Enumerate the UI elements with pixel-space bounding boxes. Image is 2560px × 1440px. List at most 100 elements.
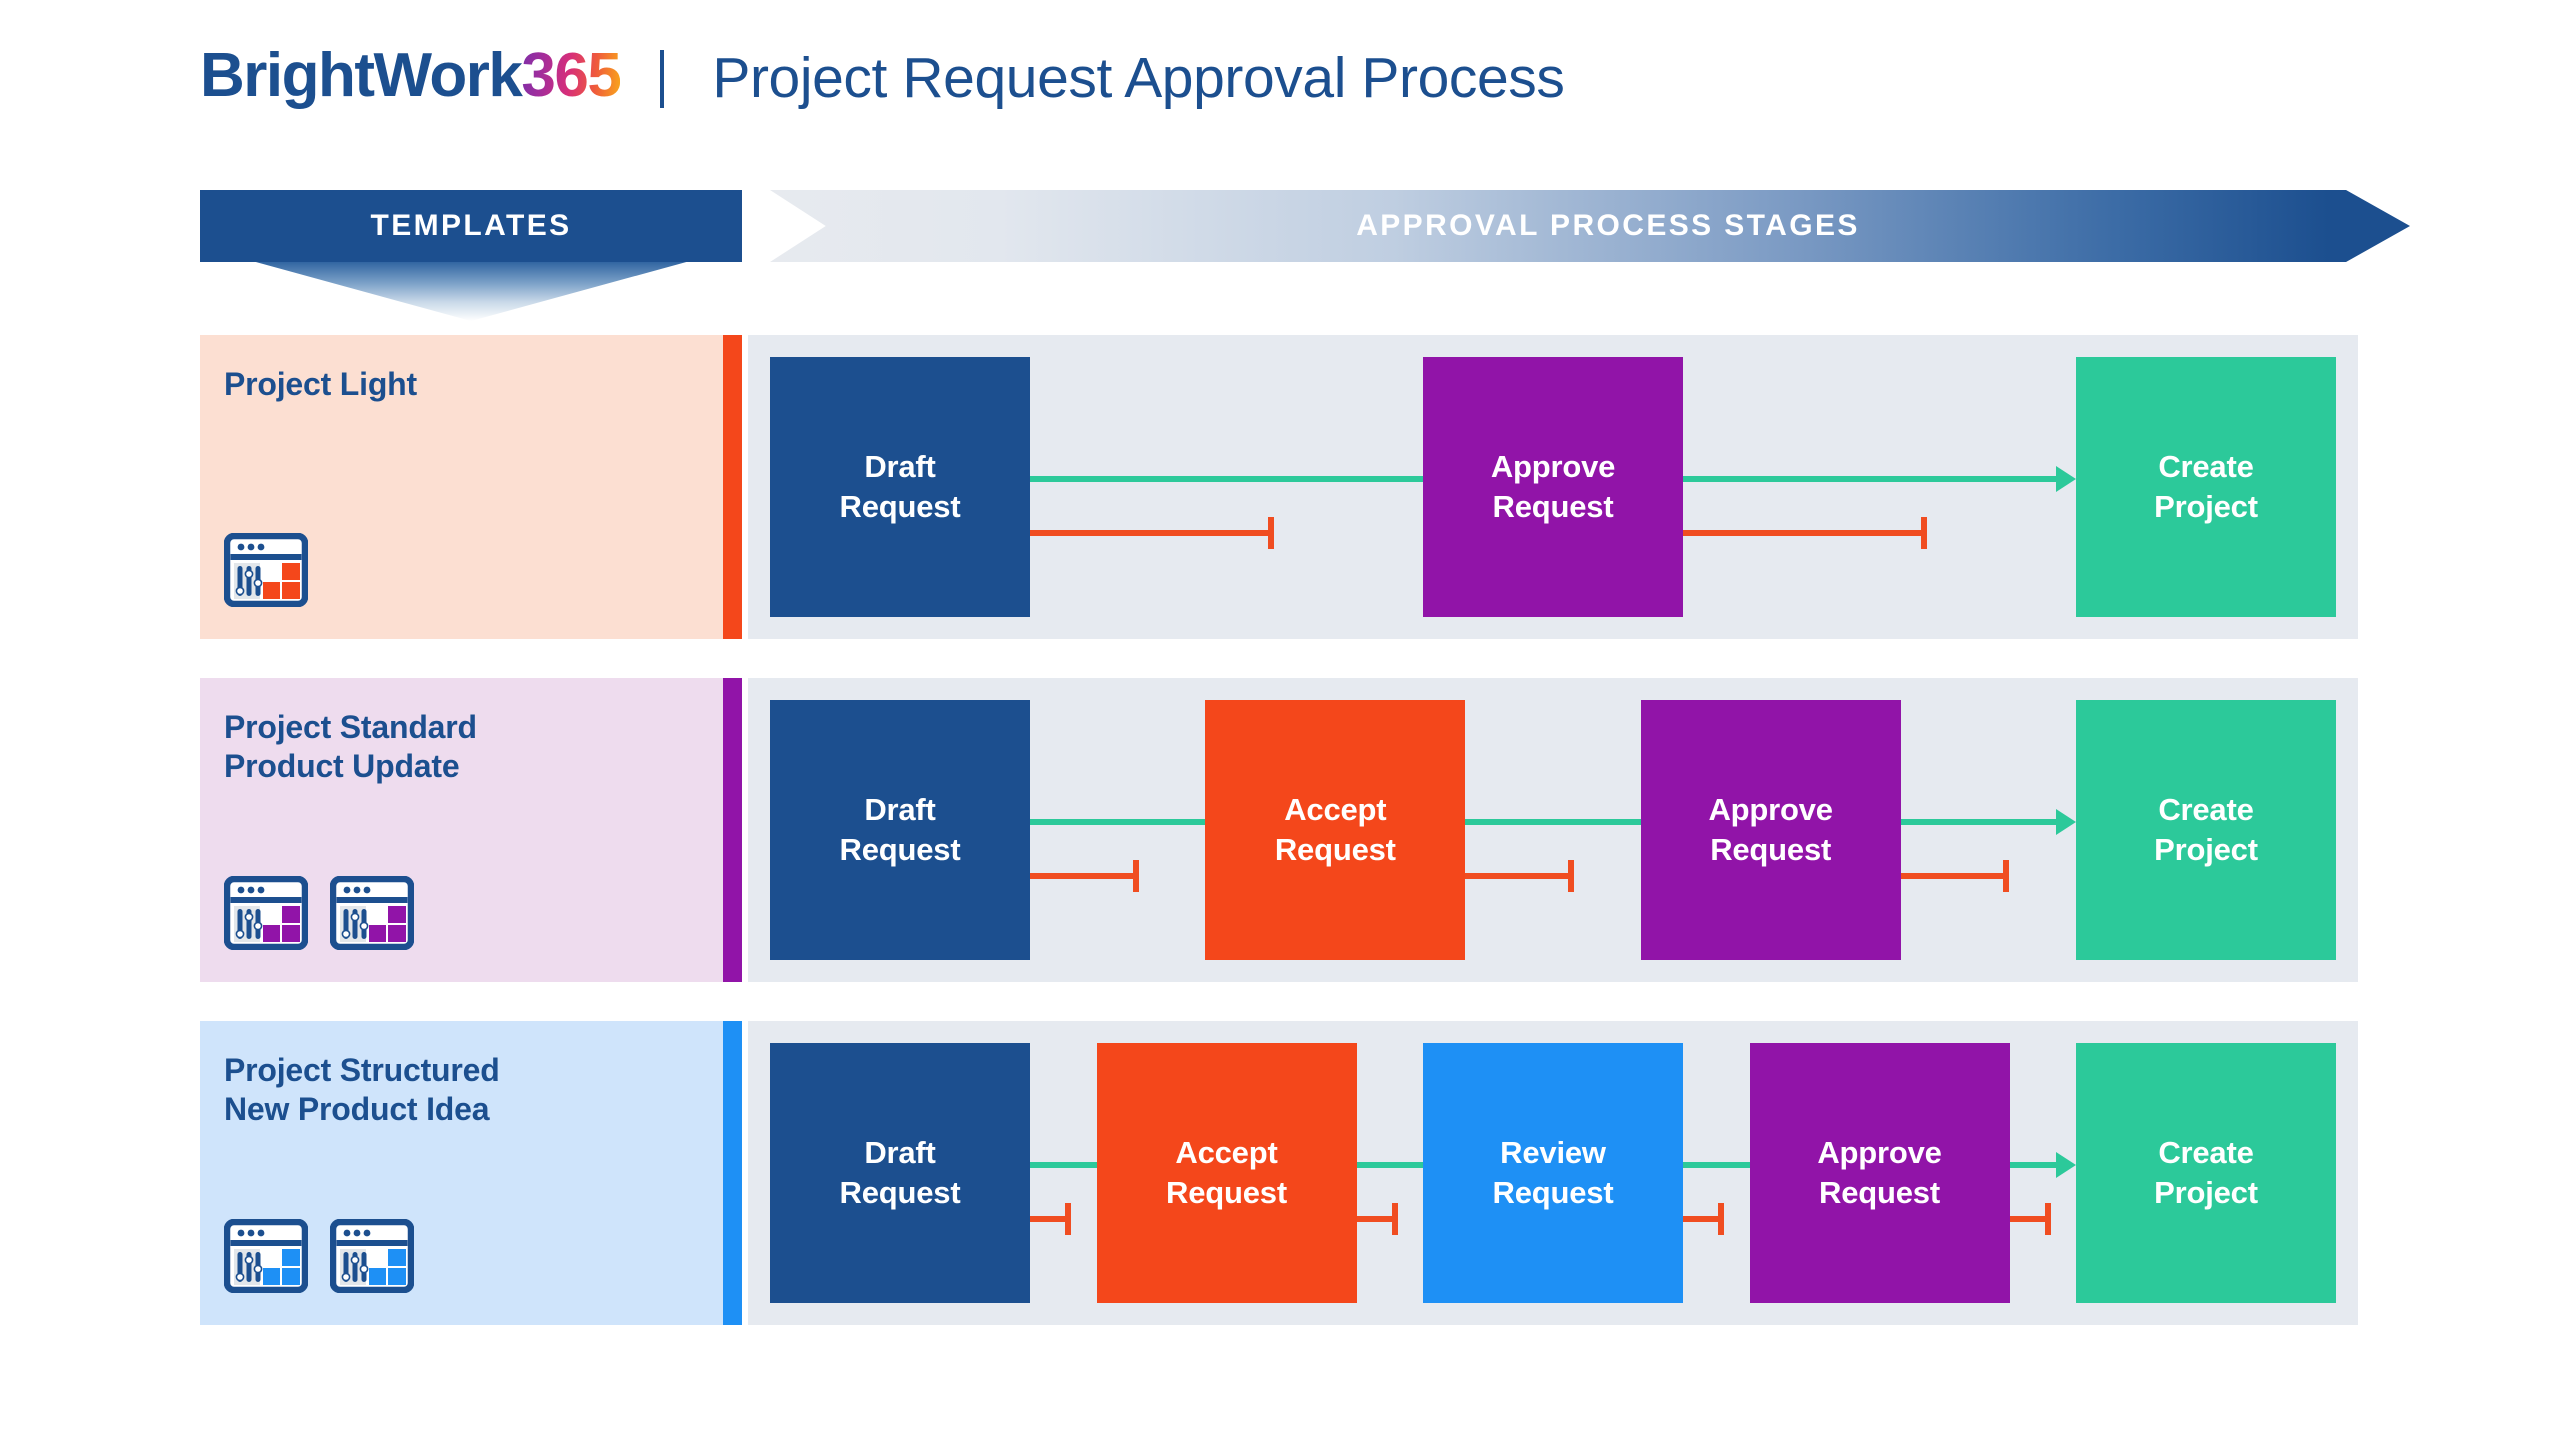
brightwork365-logo: BrightWork 365: [200, 41, 622, 110]
approve-path-line: [1030, 476, 1423, 482]
template-icon-group: [224, 533, 308, 607]
stage-approve-request[interactable]: Approve Request: [1749, 1043, 2010, 1303]
stage-create-project[interactable]: Create Project: [2076, 357, 2336, 617]
project-template-icon: [224, 876, 308, 950]
stop-shaft: [1356, 1216, 1392, 1222]
approval-stages-panel: Draft Request Accept Request Approve Reque…: [748, 678, 2358, 982]
stop-bar: [2003, 860, 2010, 892]
stop-bar: [2044, 1203, 2051, 1235]
header-divider: [660, 50, 665, 108]
approve-path-arrow-icon: [1900, 809, 2076, 835]
stage-label: Draft Request: [839, 1135, 961, 1210]
reject-path-stop-icon: [1683, 517, 1927, 549]
template-accent-bar: [723, 1021, 742, 1325]
stop-shaft: [1683, 1216, 1719, 1222]
stop-bar: [1267, 517, 1274, 549]
templates-column-header: TEMPLATES: [200, 190, 742, 262]
stop-shaft: [1900, 873, 2004, 879]
approve-path-line: [1030, 819, 1206, 825]
template-label-panel: Project Standard Product Update: [200, 678, 723, 982]
stage-accept-request[interactable]: Accept Request: [1096, 1043, 1357, 1303]
stage-review-request[interactable]: Review Request: [1423, 1043, 1683, 1303]
stage-draft-request[interactable]: Draft Request: [770, 700, 1030, 960]
template-row[interactable]: Project Structured New Product Idea Draft…: [200, 1021, 2358, 1325]
template-label-panel: Project Light: [200, 335, 723, 639]
approval-process-stages-header: APPROVAL PROCESS STAGES: [770, 190, 2410, 262]
stop-bar: [1568, 860, 1575, 892]
stage-label: Accept Request: [1166, 1135, 1287, 1210]
stage-label: Create Project: [2154, 449, 2258, 524]
project-template-icon: [224, 533, 308, 607]
approve-path-arrow-icon: [2009, 1152, 2076, 1178]
stop-shaft: [1465, 873, 1569, 879]
banner-row: TEMPLATES APPROVAL PROCESS STAGES: [0, 190, 2560, 321]
stage-label: Approve Request: [1708, 792, 1833, 867]
stage-label: Create Project: [2154, 792, 2258, 867]
reject-path-stop-icon: [1030, 860, 1139, 892]
template-accent-bar: [723, 678, 742, 982]
stage-create-project[interactable]: Create Project: [2076, 1043, 2336, 1303]
stage-approve-request[interactable]: Approve Request: [1640, 700, 1901, 960]
project-template-icon: [224, 1219, 308, 1293]
reject-path-stop-icon: [2009, 1203, 2051, 1235]
reject-path-stop-icon: [1030, 1203, 1072, 1235]
template-row[interactable]: Project Light Draft Request Approve Reques…: [200, 335, 2358, 639]
arrow-shaft: [1683, 476, 2056, 482]
stages-header-label: APPROVAL PROCESS STAGES: [1356, 209, 1860, 242]
stage-approve-request[interactable]: Approve Request: [1423, 357, 1683, 617]
stage-label: Draft Request: [839, 449, 961, 524]
stop-shaft: [1030, 873, 1133, 879]
reject-path-stop-icon: [1900, 860, 2010, 892]
project-template-icon: [330, 876, 414, 950]
arrow-head: [2056, 466, 2076, 492]
templates-header-label: TEMPLATES: [370, 209, 572, 242]
stage-label: Draft Request: [839, 792, 961, 867]
stop-bar: [1391, 1203, 1398, 1235]
logo-365: 365: [521, 41, 621, 110]
template-name: Project Standard Product Update: [224, 709, 477, 785]
arrow-head: [2055, 809, 2076, 835]
stop-bar: [1718, 1203, 1725, 1235]
template-name: Project Structured New Product Idea: [224, 1052, 500, 1128]
stop-shaft: [1030, 1216, 1066, 1222]
template-icon-group: [224, 1219, 414, 1293]
approve-path-line: [1465, 819, 1641, 825]
approve-path-line: [1356, 1162, 1423, 1168]
reject-path-stop-icon: [1356, 1203, 1398, 1235]
stage-label: Approve Request: [1490, 449, 1616, 524]
logo-wordmark: BrightWork: [200, 41, 523, 110]
approve-path-arrow-icon: [1683, 466, 2076, 492]
stage-accept-request[interactable]: Accept Request: [1205, 700, 1466, 960]
stop-shaft: [1683, 530, 1921, 536]
stop-bar: [1065, 1203, 1072, 1235]
approval-stages-panel: Draft Request Approve Request Create Proje…: [748, 335, 2358, 639]
template-icon-group: [224, 876, 414, 950]
stage-label: Review Request: [1492, 1135, 1614, 1210]
template-accent-bar: [723, 335, 742, 639]
approval-stages-panel: Draft Request Accept Request Review Reques…: [748, 1021, 2358, 1325]
reject-path-stop-icon: [1683, 1203, 1725, 1235]
stop-shaft: [1030, 530, 1268, 536]
template-row[interactable]: Project Standard Product Update Draft Req…: [200, 678, 2358, 982]
stop-shaft: [2009, 1216, 2045, 1222]
approve-path-line: [1030, 1162, 1097, 1168]
stop-bar: [1132, 860, 1139, 892]
stage-label: Create Project: [2154, 1135, 2258, 1210]
arrow-shaft: [1900, 819, 2056, 825]
project-template-icon: [330, 1219, 414, 1293]
stop-bar: [1920, 517, 1927, 549]
stage-label: Accept Request: [1274, 792, 1396, 867]
stage-create-project[interactable]: Create Project: [2076, 700, 2336, 960]
template-name: Project Light: [224, 366, 417, 402]
page-header: BrightWork 365 Project Request Approval …: [200, 28, 2410, 124]
templates-down-arrow-icon: [252, 261, 690, 321]
reject-path-stop-icon: [1465, 860, 1575, 892]
template-label-panel: Project Structured New Product Idea: [200, 1021, 723, 1325]
page-title: Project Request Approval Process: [712, 45, 1565, 110]
reject-path-stop-icon: [1030, 517, 1274, 549]
approve-path-line: [1683, 1162, 1750, 1168]
arrow-shaft: [2009, 1162, 2056, 1168]
arrow-head: [2056, 1152, 2076, 1178]
stage-draft-request[interactable]: Draft Request: [770, 1043, 1030, 1303]
stage-draft-request[interactable]: Draft Request: [770, 357, 1030, 617]
